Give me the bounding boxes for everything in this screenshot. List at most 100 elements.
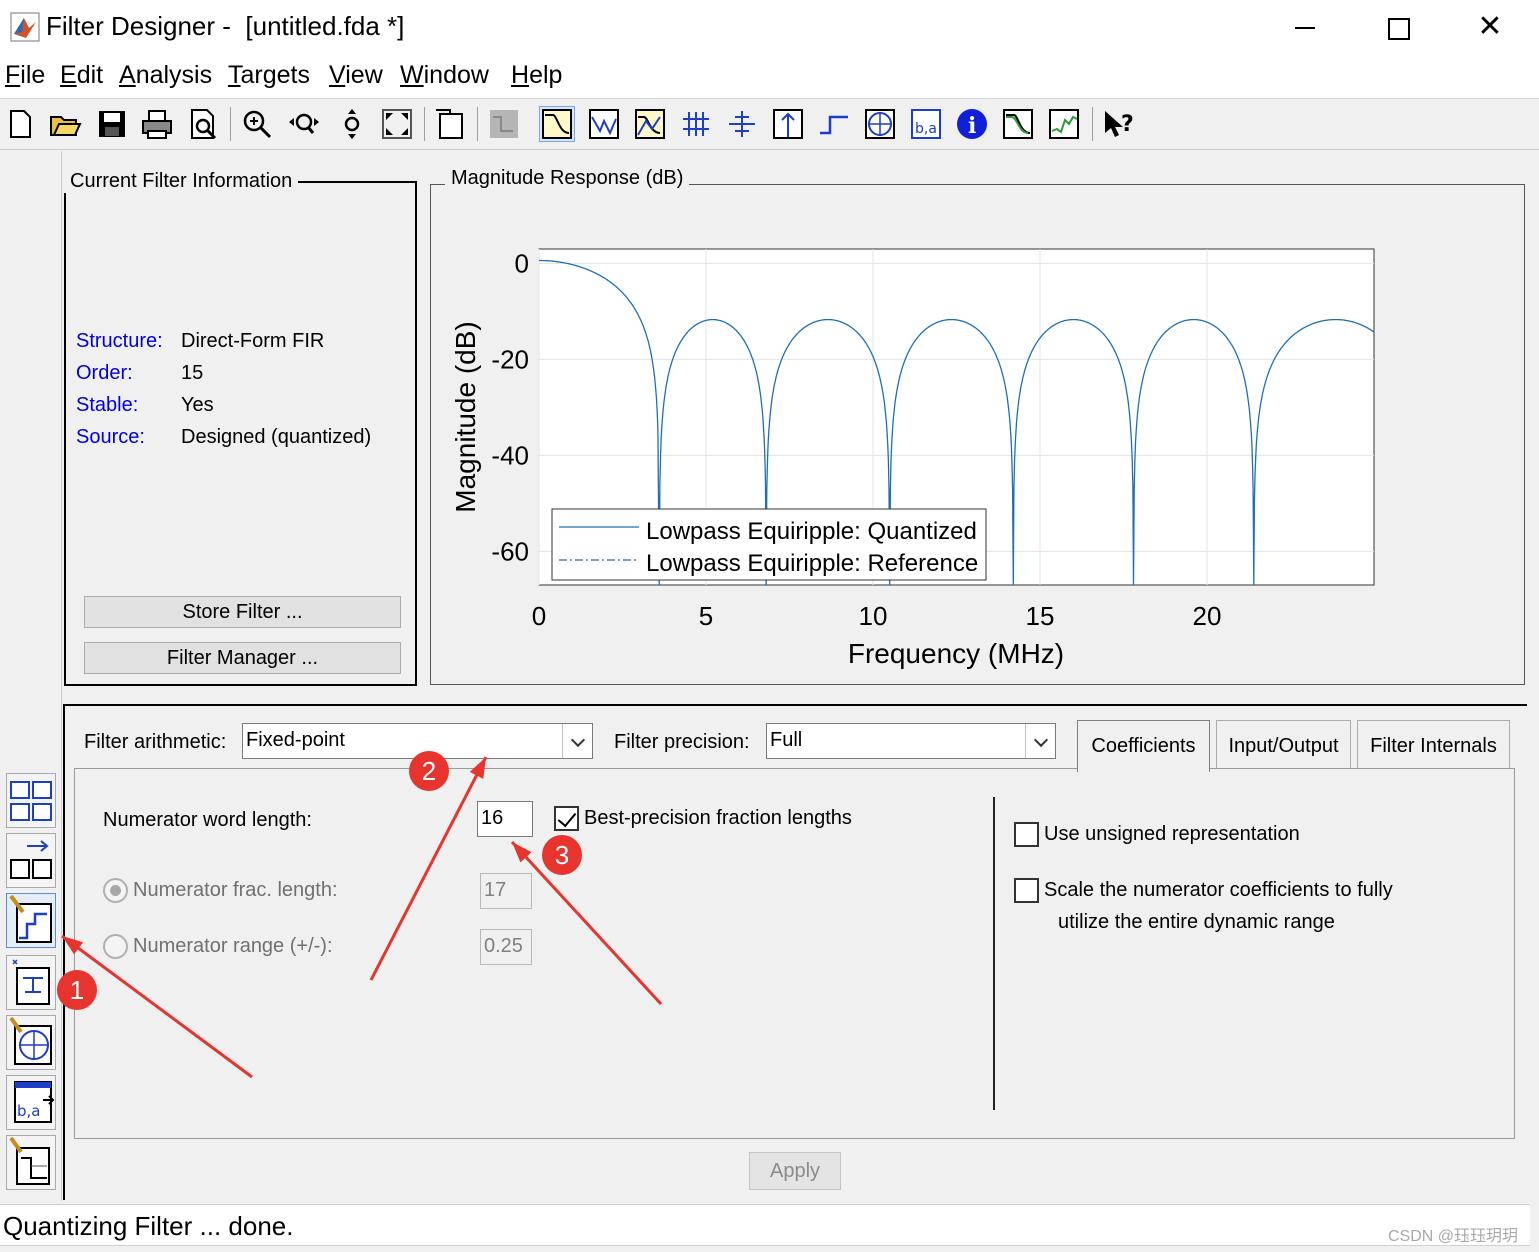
store-filter-button[interactable]: Store Filter ... bbox=[84, 596, 401, 628]
minimize-button[interactable] bbox=[1275, 8, 1335, 48]
step-response-icon[interactable] bbox=[817, 107, 851, 141]
source-label: Source: bbox=[76, 426, 145, 448]
numerator-frac-length-radio[interactable] bbox=[103, 878, 128, 903]
use-unsigned-checkbox[interactable] bbox=[1014, 822, 1039, 847]
menu-edit[interactable]: Edit bbox=[60, 61, 103, 90]
scale-numerator-checkbox[interactable] bbox=[1014, 878, 1039, 903]
print-preview-icon[interactable] bbox=[186, 107, 220, 141]
svg-text:i: i bbox=[968, 113, 976, 139]
title-bar: Filter Designer - [untitled.fda *] ✕ bbox=[0, 0, 1539, 56]
chevron-down-icon bbox=[562, 724, 592, 758]
magnitude-estimate-icon[interactable] bbox=[1001, 107, 1035, 141]
tab-filter-internals[interactable]: Filter Internals bbox=[1357, 720, 1510, 768]
numerator-word-length-label: Numerator word length: bbox=[103, 809, 312, 831]
transform-filter-icon[interactable] bbox=[6, 773, 56, 828]
design-filter-side-icon[interactable] bbox=[6, 1135, 56, 1190]
magnitude-response-chart: 0 5 10 15 20 0 -20 -40 -60 Frequency (MHz) Magn… bbox=[450, 248, 1375, 669]
stable-value: Yes bbox=[181, 394, 214, 416]
scale-numerator-label-line1: Scale the numerator coefficients to full… bbox=[1044, 879, 1393, 901]
y-tick-label: -60 bbox=[491, 536, 529, 566]
new-figure-icon[interactable] bbox=[433, 107, 467, 141]
pole-zero-editor-icon[interactable] bbox=[6, 1015, 56, 1070]
annotation-badge-3: 3 bbox=[542, 835, 582, 875]
menu-analysis[interactable]: Analysis bbox=[119, 61, 212, 90]
coefficients-icon[interactable]: b,a bbox=[909, 107, 943, 141]
toolbar: b,a i ? bbox=[0, 98, 1539, 150]
watermark: CSDN @珏珏玥玥 bbox=[1388, 1228, 1519, 1245]
save-icon[interactable] bbox=[95, 107, 129, 141]
zoom-x-icon[interactable] bbox=[287, 107, 321, 141]
phase-response-icon[interactable] bbox=[587, 107, 621, 141]
whats-this-icon[interactable]: ? bbox=[1101, 107, 1135, 141]
magnitude-phase-icon[interactable] bbox=[633, 107, 667, 141]
chevron-down-icon bbox=[1025, 724, 1055, 758]
order-value: 15 bbox=[181, 362, 204, 384]
legend-reference-label: Lowpass Equiripple: Reference bbox=[646, 550, 978, 577]
close-button[interactable]: ✕ bbox=[1460, 8, 1520, 48]
print-icon[interactable] bbox=[140, 107, 174, 141]
y-tick-label: 0 bbox=[515, 248, 529, 278]
menu-targets[interactable]: Targets bbox=[228, 61, 310, 90]
legend-quantized-label: Lowpass Equiripple: Quantized bbox=[646, 518, 977, 545]
matlab-logo-icon bbox=[10, 12, 40, 42]
filter-arithmetic-label: Filter arithmetic: bbox=[84, 731, 227, 753]
tab-input-output[interactable]: Input/Output bbox=[1216, 720, 1351, 768]
x-axis-label: Frequency (MHz) bbox=[848, 638, 1064, 669]
best-precision-checkbox[interactable] bbox=[554, 806, 579, 831]
filter-info-icon[interactable]: i bbox=[955, 107, 989, 141]
x-tick-label: 20 bbox=[1193, 601, 1222, 631]
impulse-response-icon[interactable] bbox=[771, 107, 805, 141]
menu-window[interactable]: Window bbox=[400, 61, 489, 90]
svg-text:?: ? bbox=[1121, 112, 1134, 137]
realize-model-icon[interactable] bbox=[6, 955, 56, 1010]
order-label: Order: bbox=[76, 362, 133, 384]
pole-zero-icon[interactable] bbox=[863, 107, 897, 141]
zoom-y-icon[interactable] bbox=[335, 107, 369, 141]
status-bar: Quantizing Filter ... done. bbox=[0, 1204, 1530, 1246]
stable-label: Stable: bbox=[76, 394, 139, 416]
divider bbox=[993, 797, 995, 1110]
numerator-range-radio[interactable] bbox=[103, 934, 128, 959]
x-tick-label: 0 bbox=[532, 601, 546, 631]
create-multirate-icon[interactable] bbox=[6, 833, 56, 888]
legend: Lowpass Equiripple: Quantized Lowpass Eq… bbox=[551, 508, 987, 581]
new-icon[interactable] bbox=[3, 107, 37, 141]
filter-precision-select[interactable]: Full bbox=[766, 723, 1056, 759]
phase-delay-icon[interactable] bbox=[725, 107, 759, 141]
svg-text:b,a: b,a bbox=[17, 1102, 40, 1120]
y-axis-label: Magnitude (dB) bbox=[450, 321, 481, 512]
apply-button[interactable]: Apply bbox=[749, 1152, 841, 1190]
numerator-frac-length-label: Numerator frac. length: bbox=[133, 879, 338, 901]
structure-value: Direct-Form FIR bbox=[181, 330, 325, 352]
source-value: Designed (quantized) bbox=[181, 426, 372, 448]
scale-numerator-label-line2: utilize the entire dynamic range bbox=[1058, 911, 1335, 933]
menu-help[interactable]: Help bbox=[511, 61, 562, 90]
numerator-range-label: Numerator range (+/-): bbox=[133, 935, 333, 957]
x-tick-label: 5 bbox=[699, 601, 713, 631]
round-off-noise-icon[interactable] bbox=[1047, 107, 1081, 141]
filter-manager-button[interactable]: Filter Manager ... bbox=[84, 642, 401, 674]
tab-coefficients[interactable]: Coefficients bbox=[1077, 720, 1210, 772]
use-unsigned-label: Use unsigned representation bbox=[1044, 823, 1300, 845]
menu-view[interactable]: View bbox=[329, 61, 383, 90]
zoom-in-icon[interactable] bbox=[240, 107, 274, 141]
design-filter-icon[interactable] bbox=[487, 107, 521, 141]
best-precision-label: Best-precision fraction lengths bbox=[584, 807, 852, 829]
numerator-word-length-input[interactable]: 16 bbox=[477, 801, 533, 837]
y-tick-label: -20 bbox=[491, 344, 529, 374]
annotation-badge-1: 1 bbox=[57, 970, 97, 1010]
filter-precision-value: Full bbox=[770, 729, 803, 751]
set-quantization-icon[interactable] bbox=[6, 893, 56, 948]
group-delay-icon[interactable] bbox=[679, 107, 713, 141]
svg-text:b,a: b,a bbox=[915, 121, 937, 137]
full-view-icon[interactable] bbox=[380, 107, 414, 141]
menu-bar: File Edit Analysis Targets View Window H… bbox=[0, 56, 1539, 98]
numerator-frac-length-input[interactable]: 17 bbox=[480, 873, 532, 909]
magnitude-response-icon[interactable] bbox=[539, 106, 575, 142]
numerator-range-input[interactable]: 0.25 bbox=[480, 929, 532, 965]
current-filter-info-title: Current Filter Information bbox=[64, 170, 299, 193]
open-icon[interactable] bbox=[48, 107, 82, 141]
import-filter-icon[interactable]: b,a bbox=[6, 1075, 56, 1130]
maximize-button[interactable] bbox=[1367, 8, 1427, 48]
menu-file[interactable]: File bbox=[5, 61, 45, 90]
